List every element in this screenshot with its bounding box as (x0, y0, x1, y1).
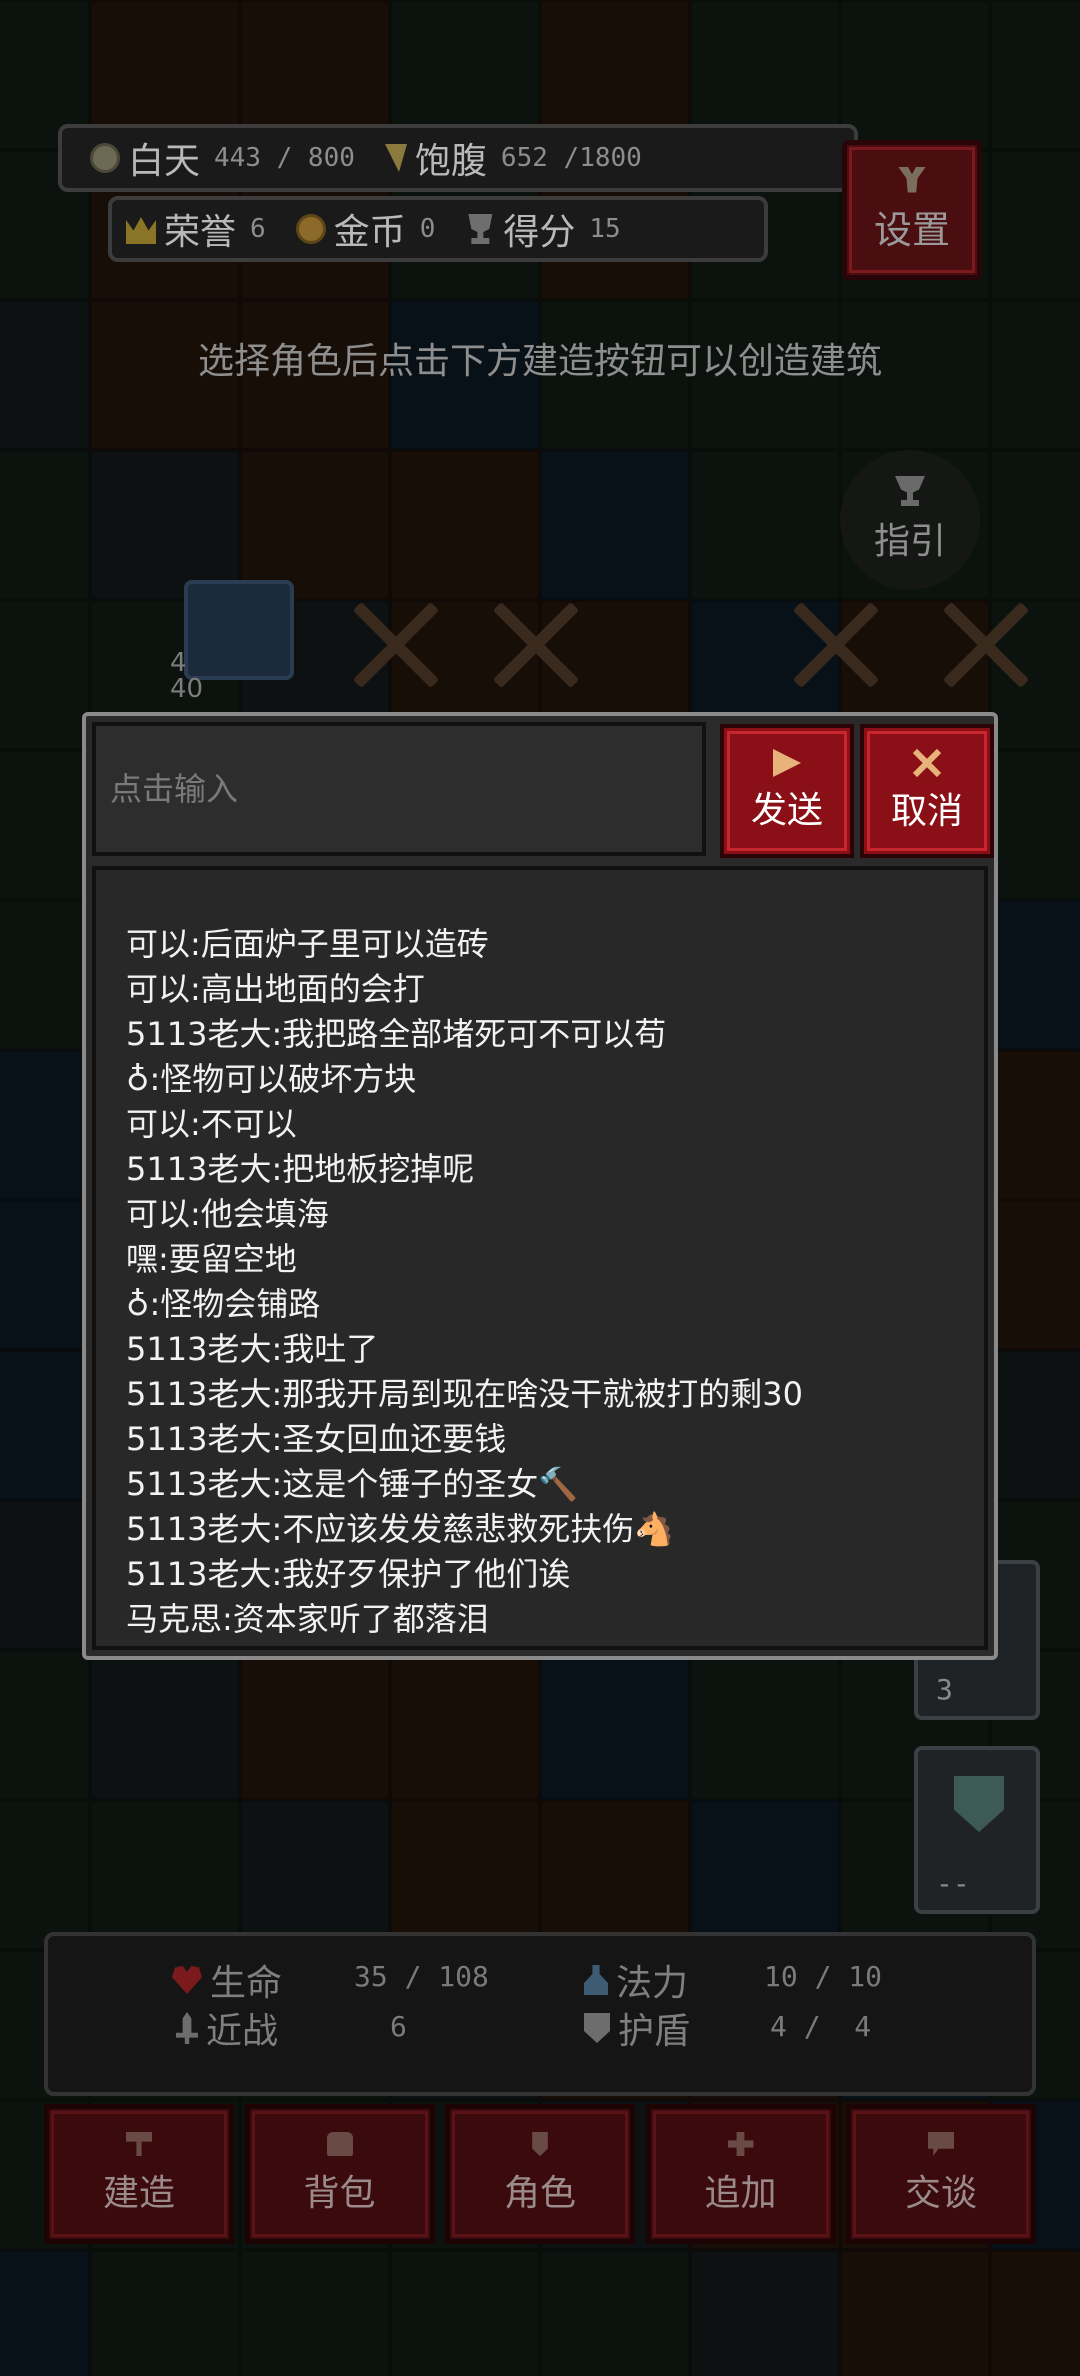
chat-message: 5113老大:这是个锤子的圣女🔨 (126, 1465, 579, 1503)
chat-dialog: 发送 取消 可以:后面炉子里可以造砖可以:高出地面的会打 5113老大:我把路全部… (82, 712, 998, 1660)
chat-message: 可以:他会填海 (126, 1195, 329, 1233)
coin-icon (295, 214, 326, 244)
gold-value: 0 (419, 214, 436, 244)
gold-stat: 金币 0 (295, 203, 436, 255)
player-stats-panel: 生命 35 / 108 法力 10 / 10 近战 6 护盾 4 / 4 (44, 1932, 1036, 2096)
satiety-label: 饱腹 (414, 141, 487, 182)
settings-label: 设置 (873, 207, 950, 252)
shield-label: 护盾 (618, 2011, 691, 2052)
sun-icon (90, 143, 120, 173)
melee-stat: 近战 6 (176, 2002, 407, 2054)
satiety-value: 652 /1800 (500, 143, 642, 173)
shield-slot[interactable]: -- (914, 1746, 1040, 1914)
send-icon (773, 749, 801, 777)
chat-message: 5113老大:那我开局到现在啥没干就被打的剩30 (126, 1375, 803, 1413)
crossed-axes-icon (340, 590, 450, 700)
backpack-icon (326, 2132, 353, 2156)
life-stat: 生命 35 / 108 (172, 1954, 489, 2006)
build-hint-text: 选择角色后点击下方建造按钮可以创造建筑 (197, 341, 882, 382)
honor-value: 6 (250, 214, 266, 244)
mana-label: 法力 (616, 1963, 689, 2004)
nav-add-button[interactable]: 追加 (645, 2104, 836, 2244)
crossed-axes-icon (780, 590, 890, 700)
heart-icon (172, 1966, 202, 1994)
hammer-icon (126, 2132, 152, 2156)
plus-icon (727, 2132, 754, 2156)
chat-message: ♁:怪物可以破坏方块 (126, 1060, 417, 1098)
mana-stat: 法力 10 / 10 (584, 1954, 882, 2006)
satiety-icon (384, 144, 407, 172)
unit-hp-b: 40 (170, 674, 204, 704)
shield-value: 4 / 4 (770, 2010, 872, 2043)
score-value: 15 (589, 214, 621, 244)
score-stat: 得分 15 (465, 203, 621, 255)
chat-message: 可以:后面炉子里可以造砖 (126, 925, 489, 963)
potion-icon (584, 1965, 608, 1995)
crossed-axes-icon (930, 590, 1040, 700)
close-icon (912, 748, 942, 778)
score-label: 得分 (503, 212, 576, 253)
send-label: 发送 (750, 790, 823, 831)
day-stat: 白天 443 / 800 (90, 132, 355, 184)
crown-icon (126, 217, 156, 244)
life-value: 35 / 108 (354, 1960, 489, 1993)
gold-label: 金币 (333, 212, 406, 253)
chat-bubble-icon (928, 2132, 954, 2156)
melee-label: 近战 (206, 2011, 279, 2052)
chat-message: 可以:高出地面的会打 (126, 970, 425, 1008)
cancel-label: 取消 (890, 791, 963, 832)
day-value: 443 / 800 (214, 143, 355, 173)
nav-talk-button[interactable]: 交谈 (846, 2104, 1036, 2244)
nav-role-button[interactable]: 角色 (445, 2104, 635, 2244)
honor-stat: 荣誉 6 (126, 203, 266, 255)
mana-value: 10 / 10 (764, 1960, 883, 1993)
chat-message: 马克思:资本家听了都落泪 (126, 1600, 489, 1638)
send-button[interactable]: 发送 (720, 724, 854, 858)
chat-message: 5113老大:我吐了 (126, 1330, 379, 1368)
trophy-icon (468, 214, 493, 244)
honor-label: 荣誉 (164, 212, 237, 253)
nav-role-label: 角色 (503, 2173, 576, 2214)
life-label: 生命 (210, 1963, 283, 2004)
character-icon (532, 2132, 548, 2156)
nav-bag-label: 背包 (303, 2173, 376, 2214)
unit-hp-a: 4 (170, 648, 187, 678)
crossed-axes-icon (480, 590, 590, 700)
day-label: 白天 (128, 141, 201, 182)
settings-button[interactable]: 设置 (842, 140, 982, 280)
unit-hp: 4 40 (170, 650, 203, 702)
chat-input-box[interactable] (92, 722, 706, 856)
shield-icon (954, 1776, 1004, 1832)
nav-talk-label: 交谈 (904, 2173, 977, 2214)
shield-stat: 护盾 4 / 4 (584, 2002, 871, 2054)
chat-message: ♁:怪物会铺路 (126, 1285, 321, 1323)
chat-message: 5113老大:我把路全部堵死可不可以苟 (126, 1015, 667, 1053)
chat-message: 嘿:要留空地 (126, 1240, 297, 1278)
chat-input[interactable] (110, 770, 702, 808)
shield-icon (584, 2013, 610, 2043)
guide-button[interactable]: 指引 (840, 450, 980, 590)
chat-message: 5113老大:我好歹保护了他们诶 (126, 1555, 571, 1593)
chat-message: 5113老大:不应该发发慈悲救死扶伤🐴 (126, 1510, 675, 1548)
satiety-stat: 饱腹 652 /1800 (384, 132, 642, 184)
chat-message: 可以:不可以 (126, 1105, 297, 1143)
nav-bag-button[interactable]: 背包 (244, 2104, 435, 2244)
hud-top-row: 白天 443 / 800 饱腹 652 /1800 (58, 124, 858, 192)
melee-value: 6 (390, 2010, 407, 2043)
hud-second-row: 荣誉 6 金币 0 得分 15 (108, 196, 768, 262)
nav-build-button[interactable]: 建造 (44, 2104, 234, 2244)
shield-count: -- (936, 1867, 970, 1900)
nav-add-label: 追加 (704, 2173, 777, 2214)
chat-message: 5113老大:圣女回血还要钱 (126, 1420, 507, 1458)
chat-message: 5113老大:把地板挖掉呢 (126, 1150, 475, 1188)
chat-message-list[interactable]: 可以:后面炉子里可以造砖 可以:高出地面的会打 5113老大:我把路全部堵死可不可以… (92, 866, 988, 1650)
cancel-button[interactable]: 取消 (860, 724, 994, 858)
potion-count: 3 (936, 1673, 953, 1706)
nav-build-label: 建造 (102, 2173, 175, 2214)
wrench-icon (898, 166, 926, 193)
trophy-icon (895, 476, 925, 506)
bottom-nav: 建造 背包 角色 追加 交谈 (44, 2104, 1036, 2244)
guide-label: 指引 (873, 521, 946, 562)
sword-icon (176, 2012, 198, 2044)
